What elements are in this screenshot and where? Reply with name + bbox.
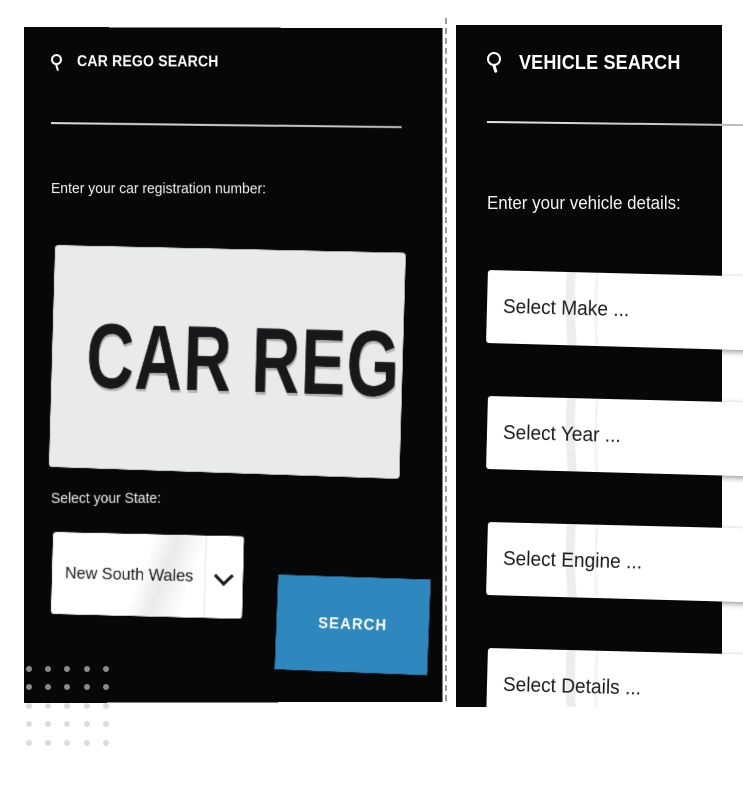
rego-number-label: Enter your car registration number: — [50, 180, 267, 198]
dot — [102, 702, 109, 709]
dot — [45, 702, 52, 709]
vehicle-details-label: Enter your vehicle details: — [487, 193, 681, 213]
select-year-dropdown[interactable]: Select Year ... — [486, 396, 743, 477]
vehicle-search-title: VEHICLE SEARCH — [519, 52, 681, 74]
select-year-value: Select Year ... — [502, 421, 622, 447]
dot — [102, 721, 109, 728]
car-rego-search-title: CAR REGO SEARCH — [76, 53, 219, 71]
search-icon — [50, 53, 68, 71]
dot — [64, 702, 71, 709]
dot — [83, 739, 90, 746]
dot — [64, 721, 71, 728]
dot — [26, 702, 32, 709]
dot — [45, 739, 52, 746]
dot — [64, 739, 71, 746]
dot — [26, 721, 32, 728]
panel-divider — [445, 18, 447, 701]
car-rego-header-divider — [50, 122, 402, 129]
dot — [26, 739, 32, 746]
search-icon — [487, 52, 508, 74]
state-select-dropdown[interactable]: New South Wales — [50, 531, 245, 619]
dot — [102, 739, 109, 746]
state-select-value: New South Wales — [64, 563, 194, 586]
select-engine-value: Select Engine ... — [502, 547, 643, 574]
dot — [83, 702, 90, 709]
license-plate: CAR REGO — [48, 245, 406, 479]
select-make-value: Select Make ... — [502, 295, 630, 321]
select-details-value: Select Details ... — [502, 673, 642, 700]
select-make-dropdown[interactable]: Select Make ... — [486, 270, 743, 351]
screenshot-stage: CAR REGO SEARCH Enter your car registrat… — [0, 0, 743, 791]
vehicle-fields-list: Select Make ... Select Year ... Select E… — [456, 25, 743, 707]
car-rego-search-header: CAR REGO SEARCH — [50, 53, 238, 71]
license-plate-surface: CAR REGO — [48, 245, 406, 479]
dot — [83, 721, 90, 728]
car-rego-panel-inner: CAR REGO SEARCH Enter your car registrat… — [24, 27, 442, 703]
search-button-label: SEARCH — [317, 614, 388, 634]
select-engine-dropdown[interactable]: Select Engine ... — [486, 522, 743, 603]
select-details-dropdown[interactable]: Select Details ... — [486, 648, 743, 707]
vehicle-panel-clip: Select Make ... Select Year ... Select E… — [456, 25, 743, 707]
vehicle-search-header: VEHICLE SEARCH — [487, 52, 699, 75]
vehicle-search-panel: Select Make ... Select Year ... Select E… — [456, 25, 743, 707]
dot — [45, 721, 52, 728]
car-rego-search-panel: CAR REGO SEARCH Enter your car registrat… — [24, 27, 443, 703]
search-button[interactable]: SEARCH — [274, 574, 431, 676]
license-plate-text: CAR REGO — [85, 305, 406, 419]
state-select-label: Select your State: — [50, 489, 161, 507]
